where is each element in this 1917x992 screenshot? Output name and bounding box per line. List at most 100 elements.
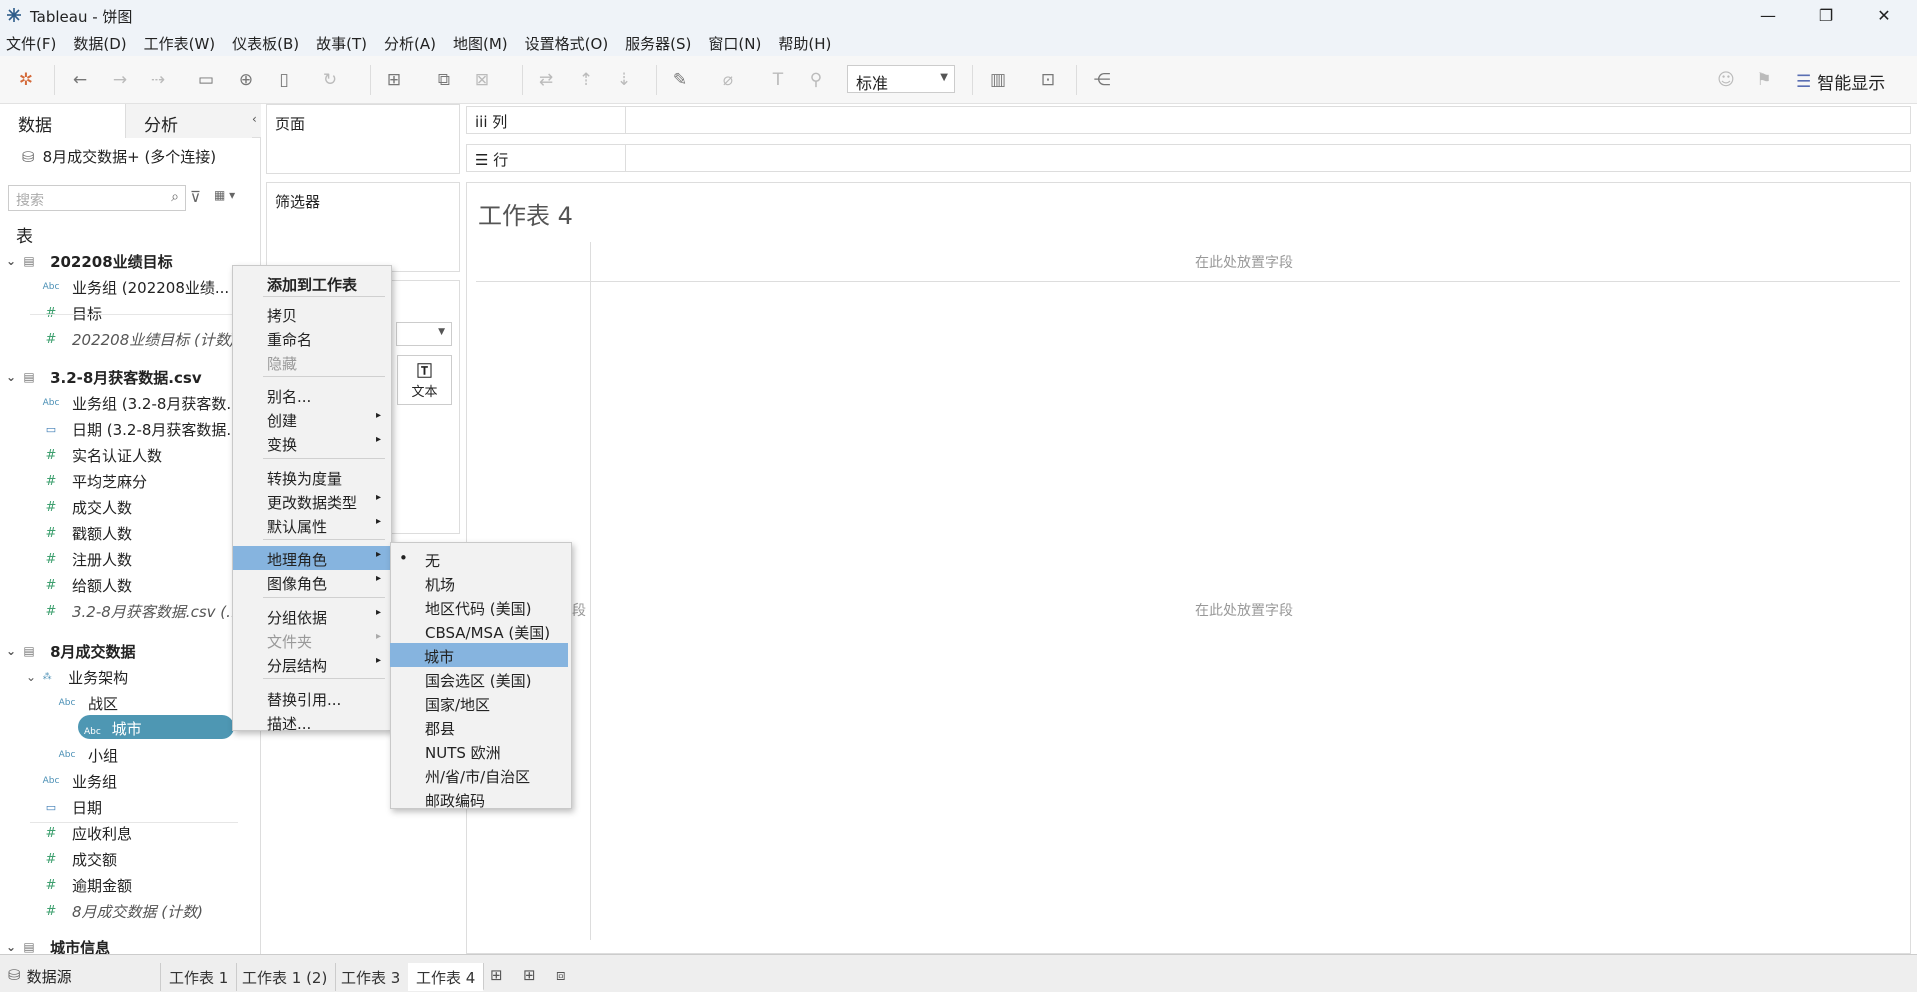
tab-data[interactable]: 数据 <box>0 104 126 138</box>
menu-dashboard[interactable]: 仪表板(B) <box>232 33 299 54</box>
date-field[interactable]: ▭ 日期 <box>40 796 102 818</box>
ask-data-icon[interactable]: ☺ <box>1714 68 1738 92</box>
hierarchy-field[interactable]: Abc 战区 <box>56 692 118 714</box>
menu-item-image-role[interactable]: 图像角色 ▸ <box>233 570 391 594</box>
hierarchy-header[interactable]: ⌄ ⁂ 业务架构 <box>26 666 128 688</box>
refresh-icon[interactable]: ↻ <box>318 68 342 92</box>
field-selected-city[interactable]: Abc 城市 <box>78 715 234 739</box>
clear-sheet-icon[interactable]: ⊠ <box>470 68 494 92</box>
geo-role-zip-code[interactable]: 邮政编码 <box>391 787 571 811</box>
sheet-title[interactable]: 工作表 4 <box>478 196 573 231</box>
text-mark-button[interactable]: 🅃 文本 <box>397 355 452 405</box>
sheet-tab-3[interactable]: 工作表 3 <box>333 963 410 991</box>
column-drop-zone[interactable]: 在此处放置字段 <box>1195 252 1293 272</box>
format-icon[interactable]: ⚑ <box>1752 68 1776 92</box>
sort-asc-icon[interactable]: ⇡ <box>574 68 598 92</box>
geo-role-nuts-europe[interactable]: NUTS 欧洲 <box>391 739 571 763</box>
date-field[interactable]: ▭ 日期 (3.2-8月获客数据... <box>40 418 241 440</box>
menu-story[interactable]: 故事(T) <box>316 33 367 54</box>
cards-icon[interactable]: ▥ <box>986 68 1010 92</box>
measure-field[interactable]: # 成交人数 <box>40 496 132 518</box>
menu-server[interactable]: 服务器(S) <box>625 33 691 54</box>
menu-data[interactable]: 数据(D) <box>73 33 126 54</box>
chevron-down-icon[interactable]: ⌄ <box>6 370 16 384</box>
datasource-connection[interactable]: ⛁ 8月成交数据+ (多个连接) <box>22 146 216 167</box>
menu-item-default-properties[interactable]: 默认属性 ▸ <box>233 513 391 537</box>
menu-item-describe[interactable]: 描述... <box>233 710 391 734</box>
new-story-icon[interactable]: ⧈ <box>556 966 566 984</box>
menu-item-replace-references[interactable]: 替换引用... <box>233 686 391 710</box>
filter-icon[interactable]: ⊽ <box>190 188 201 206</box>
dimension-field[interactable]: Abc 业务组 (3.2-8月获客数... <box>40 392 241 414</box>
new-dashboard-icon[interactable]: ⊞ <box>523 966 536 984</box>
sheet-tab-1[interactable]: 工作表 1 <box>160 963 238 991</box>
measure-field[interactable]: # 逾期金额 <box>40 874 132 896</box>
count-field[interactable]: #202208业绩目标 (计数) <box>40 328 236 350</box>
sheet-tab-4[interactable]: 工作表 4 <box>408 963 485 991</box>
menu-item-group-by[interactable]: 分组依据 ▸ <box>233 604 391 628</box>
group-icon[interactable]: ⌀ <box>716 68 740 92</box>
menu-item-add-to-sheet[interactable]: 添加到工作表 <box>233 271 391 295</box>
filters-shelf[interactable]: 筛选器 <box>266 182 460 272</box>
menu-item-geographic-role[interactable]: 地理角色 ▸ <box>233 546 391 570</box>
geo-role-country-region[interactable]: 国家/地区 <box>391 691 571 715</box>
new-worksheet-icon[interactable]: ⊞ <box>490 966 503 984</box>
measure-field[interactable]: # 目标 <box>40 302 102 324</box>
menu-item-rename[interactable]: 重命名 <box>233 326 391 350</box>
new-datasource-icon[interactable]: ⊕ <box>234 68 258 92</box>
minimize-button[interactable]: — <box>1739 0 1797 30</box>
mark-type-select[interactable]: ▼ <box>396 322 452 346</box>
menu-item-copy[interactable]: 拷贝 <box>233 302 391 326</box>
datasource-tab[interactable]: ⛁ 数据源 <box>8 966 72 987</box>
measure-field[interactable]: # 平均芝麻分 <box>40 470 147 492</box>
chevron-down-icon[interactable]: ⌄ <box>6 254 16 268</box>
geo-role-city[interactable]: 城市 <box>390 643 568 667</box>
table-header[interactable]: ⌄ ▤ 3.2-8月获客数据.csv <box>6 366 202 388</box>
swap-icon[interactable]: ⇄ <box>534 68 558 92</box>
geo-role-area-code-us[interactable]: 地区代码 (美国) <box>391 595 571 619</box>
geo-role-none[interactable]: • 无 <box>391 547 571 571</box>
geo-role-airport[interactable]: 机场 <box>391 571 571 595</box>
geo-role-congressional-district-us[interactable]: 国会选区 (美国) <box>391 667 571 691</box>
tableau-home-icon[interactable]: ✲ <box>14 68 38 92</box>
highlight-icon[interactable]: ✎ <box>668 68 692 92</box>
menu-item-folders[interactable]: 文件夹 ▸ <box>233 628 391 652</box>
worksheet-canvas[interactable] <box>466 182 1911 954</box>
sort-desc-icon[interactable]: ⇣ <box>612 68 636 92</box>
table-header[interactable]: ⌄ ▤ 202208业绩目标 <box>6 250 173 272</box>
rows-shelf[interactable]: ☰ 行 <box>466 144 1911 172</box>
menu-worksheet[interactable]: 工作表(W) <box>144 33 216 54</box>
geo-role-cbsa-msa-us[interactable]: CBSA/MSA (美国) <box>391 619 571 643</box>
share-icon[interactable]: ⋲ <box>1090 68 1114 92</box>
pages-shelf[interactable]: 页面 <box>266 104 460 174</box>
tab-analysis[interactable]: 分析 <box>126 104 252 138</box>
menu-item-hierarchy[interactable]: 分层结构 ▸ <box>233 652 391 676</box>
labels-icon[interactable]: T <box>766 68 790 92</box>
measure-field[interactable]: # 戳额人数 <box>40 522 132 544</box>
menu-format[interactable]: 设置格式(O) <box>525 33 609 54</box>
duplicate-icon[interactable]: ⧉ <box>432 68 456 92</box>
menu-item-hide[interactable]: 隐藏 <box>233 350 391 374</box>
presentation-icon[interactable]: ⊡ <box>1036 68 1060 92</box>
close-button[interactable]: ✕ <box>1855 0 1913 30</box>
measure-field[interactable]: # 给额人数 <box>40 574 132 596</box>
menu-item-convert-to-measure[interactable]: 转换为度量 <box>233 465 391 489</box>
pause-updates-icon[interactable]: ▯ <box>272 68 296 92</box>
view-options-icon[interactable]: ▦ ▾ <box>214 188 235 202</box>
count-field[interactable]: #8月成交数据 (计数) <box>40 900 203 922</box>
geo-role-county[interactable]: 郡县 <box>391 715 571 739</box>
geo-role-state-province[interactable]: 州/省/市/自治区 <box>391 763 571 787</box>
menu-map[interactable]: 地图(M) <box>453 33 508 54</box>
maximize-button[interactable]: ❐ <box>1797 0 1855 30</box>
pin-icon[interactable]: ⚲ <box>804 68 828 92</box>
menu-item-create[interactable]: 创建 ▸ <box>233 407 391 431</box>
chevron-down-icon[interactable]: ⌄ <box>6 644 16 658</box>
count-field[interactable]: #3.2-8月获客数据.csv (... <box>40 600 241 622</box>
new-worksheet-icon[interactable]: ⊞ <box>382 68 406 92</box>
chevron-down-icon[interactable]: ⌄ <box>26 670 36 684</box>
main-drop-zone[interactable]: 在此处放置字段 <box>1195 600 1293 620</box>
table-header[interactable]: ⌄ ▤ 8月成交数据 <box>6 640 136 662</box>
undo-icon[interactable]: ← <box>68 68 92 92</box>
menu-item-change-data-type[interactable]: 更改数据类型 ▸ <box>233 489 391 513</box>
redo-icon[interactable]: → <box>108 68 132 92</box>
